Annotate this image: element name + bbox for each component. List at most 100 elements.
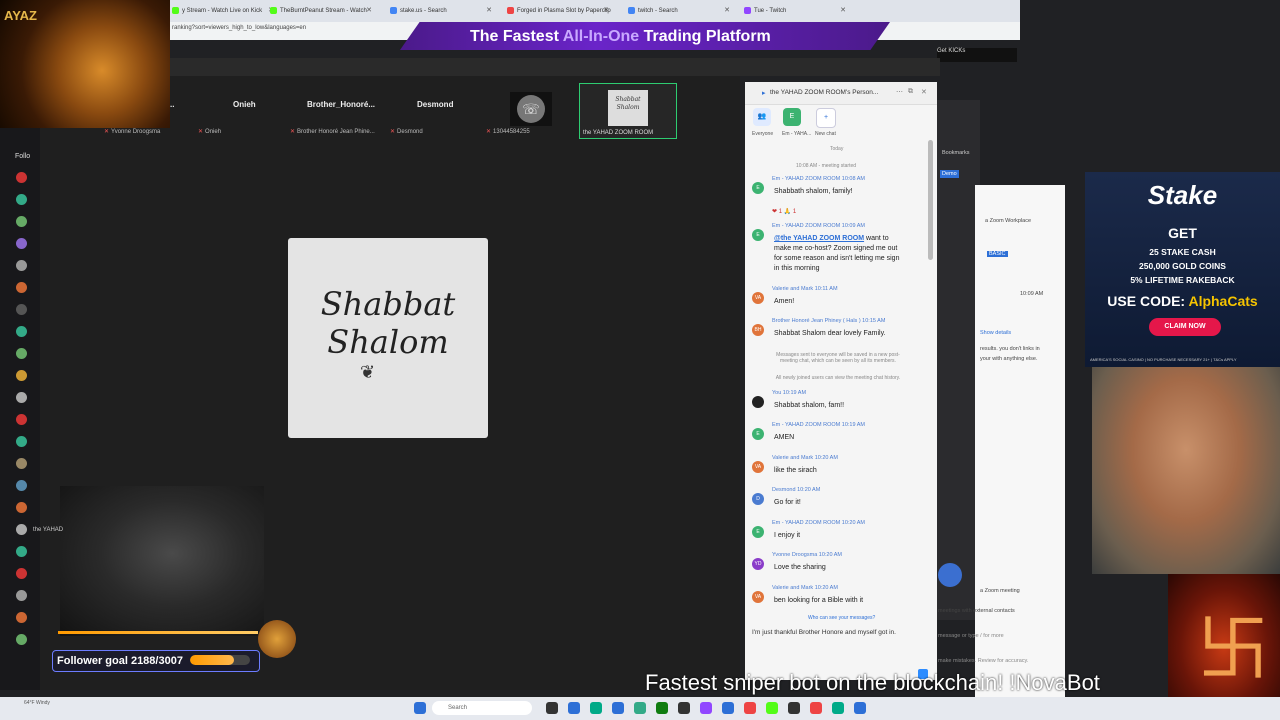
background-browser-window xyxy=(937,100,980,620)
taskbar-app-icon[interactable] xyxy=(678,702,690,714)
taskbar-app-icon[interactable] xyxy=(590,702,602,714)
url-text[interactable]: ranking?sort=viewers_high_to_low&languag… xyxy=(172,25,306,31)
followed-channel-avatar[interactable] xyxy=(16,590,27,601)
who-can-see-link[interactable]: Who can see your messages? xyxy=(808,615,875,621)
followed-channel-avatar[interactable] xyxy=(16,216,27,227)
tab-favicon-icon xyxy=(270,7,277,14)
taskbar-search[interactable]: Search xyxy=(432,701,532,715)
bg-message-input[interactable]: message or type / for more xyxy=(938,633,1004,639)
stake-promo-code: USE CODE: AlphaCats xyxy=(1085,293,1280,309)
banner-suffix: Trading Platform xyxy=(639,28,771,45)
message-body: Amen! xyxy=(774,298,795,305)
mic-muted-icon: ✕ xyxy=(104,129,110,135)
followed-channel-avatar[interactable] xyxy=(16,370,27,381)
tab-close-icon[interactable]: ✕ xyxy=(486,3,492,19)
tab-close-icon[interactable]: ✕ xyxy=(840,3,846,19)
stake-footer: AMERICA'S SOCIAL CASINO | NO PURCHASE NE… xyxy=(1090,357,1237,362)
avatar: VA xyxy=(752,292,764,304)
browser-tab[interactable]: Tue - Twitch ✕ xyxy=(742,3,848,19)
followed-channel-avatar[interactable] xyxy=(16,326,27,337)
demo-button[interactable]: Demo xyxy=(940,170,959,178)
browser-tab[interactable]: TheBurntPeanut Stream - Watch ✕ xyxy=(268,3,374,19)
followed-channel-avatar[interactable] xyxy=(16,194,27,205)
participant-name[interactable]: .. xyxy=(170,100,174,109)
followed-channel-avatar[interactable] xyxy=(16,392,27,403)
taskbar-app-icon[interactable] xyxy=(832,702,844,714)
followed-channel-avatar[interactable] xyxy=(16,502,27,513)
recipient-chip[interactable]: + xyxy=(816,108,836,128)
browser-tab[interactable]: y Stream - Watch Live on Kick✕ xyxy=(170,3,276,19)
followed-channel-avatar[interactable] xyxy=(16,612,27,623)
chat-title[interactable]: the YAHAD ZOOM ROOM's Person... xyxy=(770,89,878,96)
followed-channel-avatar[interactable] xyxy=(16,348,27,359)
second-webcam xyxy=(1092,367,1280,574)
tab-close-icon[interactable]: ✕ xyxy=(366,3,372,19)
stake-logo: Stake xyxy=(1147,180,1218,210)
participant-name[interactable]: Brother_Honoré... xyxy=(307,100,375,109)
followed-channel-avatar[interactable] xyxy=(16,458,27,469)
mention-link[interactable]: @the YAHAD ZOOM ROOM xyxy=(774,235,864,242)
browser-tab[interactable]: twitch - Search ✕ xyxy=(626,3,732,19)
taskbar-app-icon[interactable] xyxy=(810,702,822,714)
taskbar-app-icon[interactable] xyxy=(744,702,756,714)
browser-tab[interactable]: stake.us - Search ✕ xyxy=(388,3,494,19)
weather-widget[interactable]: 64°F Windy xyxy=(24,700,50,707)
browser-tab[interactable]: Forged in Plasma Slot by Paperclip ✕ xyxy=(505,3,611,19)
taskbar-app-icon[interactable] xyxy=(568,702,580,714)
followed-channel-avatar[interactable] xyxy=(16,524,27,535)
recipient-chip[interactable]: E xyxy=(783,108,801,126)
followed-channel-avatar[interactable] xyxy=(16,480,27,491)
taskbar-app-icon[interactable] xyxy=(700,702,712,714)
leaf-icon: ❦ xyxy=(360,362,376,382)
avatar xyxy=(752,396,764,408)
participant-sub-name: Desmond xyxy=(397,129,423,135)
recipient-chip[interactable]: 👥 xyxy=(753,108,771,126)
followed-channel-avatar[interactable] xyxy=(16,414,27,425)
followed-channel-avatar[interactable] xyxy=(16,172,27,183)
bookmarks-label[interactable]: Bookmarks xyxy=(942,150,970,156)
get-kicks-button[interactable]: Get KICKs xyxy=(937,48,1017,62)
basic-badge: BASIC xyxy=(987,251,1008,257)
followed-channel-avatar[interactable] xyxy=(16,260,27,271)
followed-channel-avatar[interactable] xyxy=(16,282,27,293)
taskbar-app-icon[interactable] xyxy=(656,702,668,714)
participant-name[interactable]: Onieh xyxy=(233,100,256,109)
avatar: BH xyxy=(752,324,764,336)
followed-channel-avatar[interactable] xyxy=(16,238,27,249)
taskbar-app-icon[interactable] xyxy=(854,702,866,714)
tab-close-icon[interactable]: ✕ xyxy=(724,3,730,19)
shabbat-line: Shabbat xyxy=(320,285,456,323)
chat-compose-input[interactable]: I'm just thankful Brother Honore and mys… xyxy=(752,629,896,636)
fire-emblem-icon: 卐 xyxy=(1197,607,1270,691)
taskbar-app-icon[interactable] xyxy=(766,702,778,714)
claim-now-button[interactable]: CLAIM NOW xyxy=(1149,318,1221,336)
bg-time: 10:09 AM xyxy=(1020,291,1044,297)
taskbar-app-icon[interactable] xyxy=(634,702,646,714)
active-participant-tile[interactable]: Shabbat Shalom the YAHAD ZOOM ROOM xyxy=(579,83,677,139)
reactions[interactable]: ❤ 1 🙏 1 xyxy=(772,208,796,215)
more-icon[interactable]: ⋯ xyxy=(896,88,903,96)
followed-channel-avatar[interactable] xyxy=(16,304,27,315)
show-details-link[interactable]: Show details xyxy=(980,330,1011,336)
tab-close-icon[interactable]: ✕ xyxy=(603,3,609,19)
taskbar-app-icon[interactable] xyxy=(546,702,558,714)
chat-scrollbar[interactable] xyxy=(928,140,933,260)
followed-channels-sidebar xyxy=(0,128,40,690)
start-icon[interactable] xyxy=(414,702,426,714)
tab-favicon-icon xyxy=(744,7,751,14)
participant-name[interactable]: Desmond xyxy=(417,100,453,109)
followed-channel-avatar[interactable] xyxy=(16,568,27,579)
chat-bubble-icon[interactable] xyxy=(938,563,962,587)
followed-channel-avatar[interactable] xyxy=(16,436,27,447)
mic-muted-icon: ✕ xyxy=(390,129,396,135)
taskbar-app-icon[interactable] xyxy=(612,702,624,714)
recipient-chip-label: Em - YAHA... xyxy=(782,131,812,137)
taskbar-app-icon[interactable] xyxy=(788,702,800,714)
system-note-saved: Messages sent to everyone will be saved … xyxy=(776,352,900,364)
avatar: E xyxy=(752,229,764,241)
close-icon[interactable]: ✕ xyxy=(921,88,927,96)
popout-icon[interactable]: ⧉ xyxy=(908,88,913,96)
followed-channel-avatar[interactable] xyxy=(16,634,27,645)
followed-channel-avatar[interactable] xyxy=(16,546,27,557)
taskbar-app-icon[interactable] xyxy=(722,702,734,714)
